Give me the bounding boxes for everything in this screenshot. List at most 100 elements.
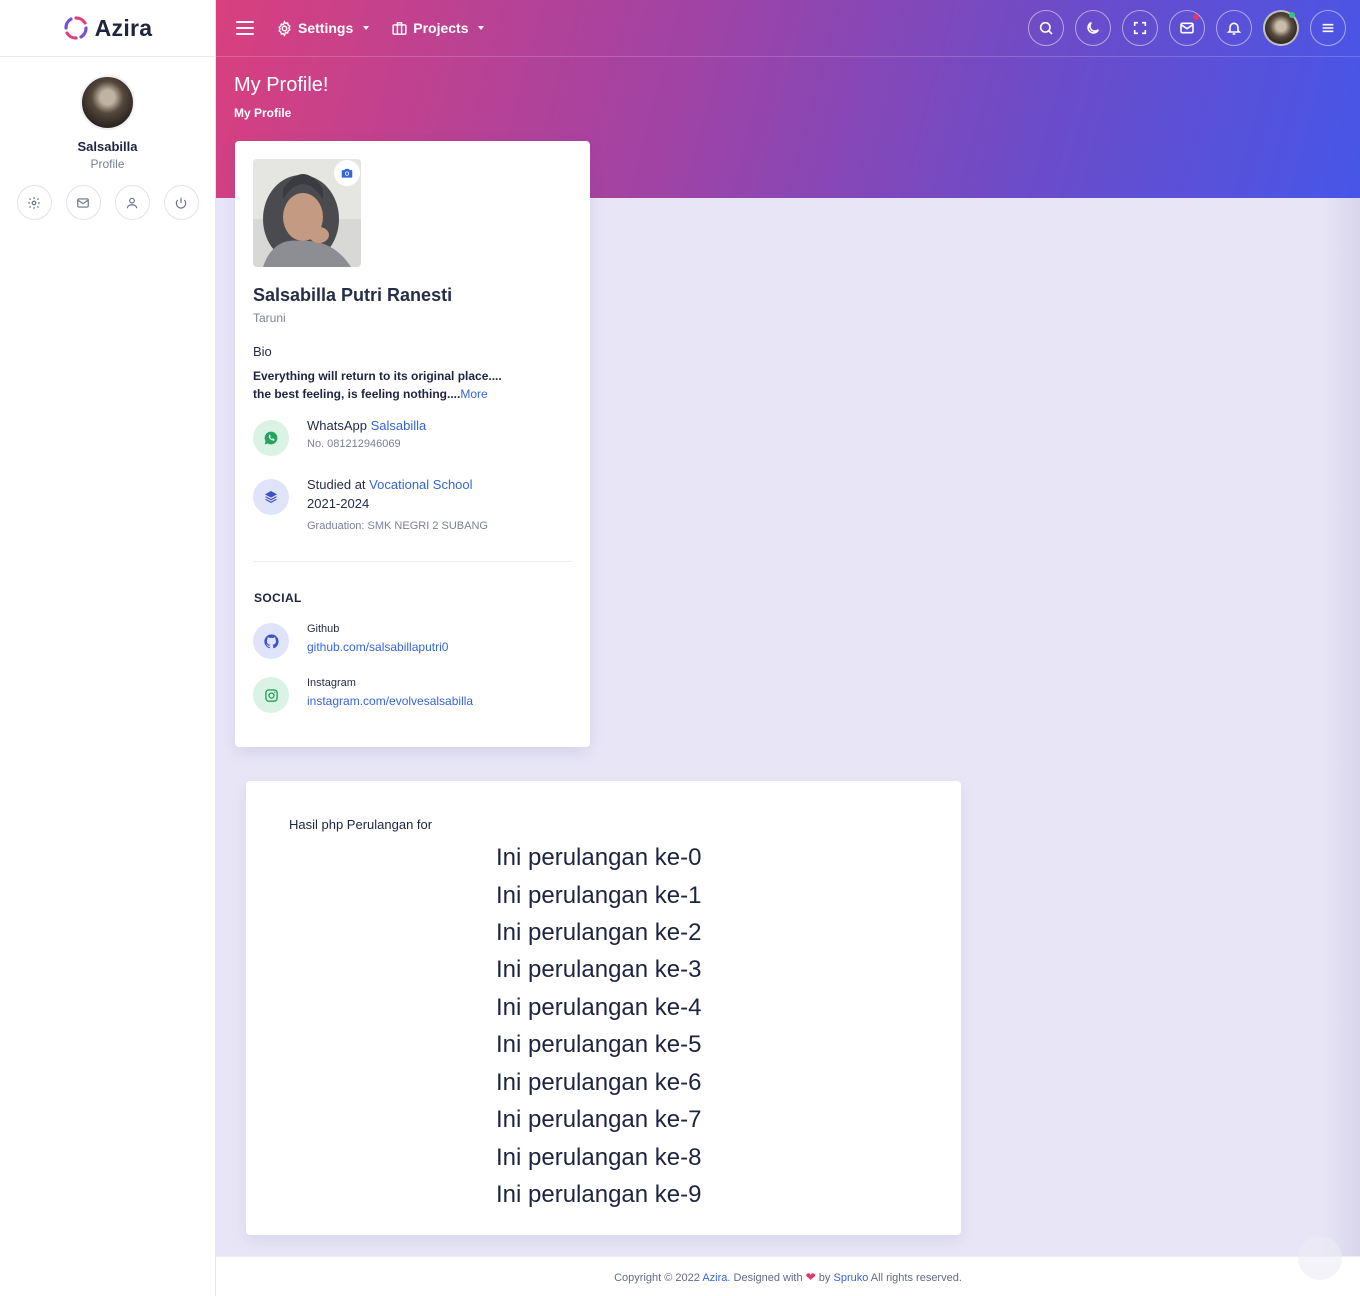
bio-heading: Bio <box>253 344 272 359</box>
footer-rights: All rights reserved. <box>870 1272 962 1284</box>
brand-logo[interactable]: Azira <box>0 0 215 57</box>
online-status-dot <box>1289 12 1295 18</box>
education-icon-badge <box>253 479 289 515</box>
gear-icon <box>278 19 291 37</box>
sidebar-toggle-button[interactable] <box>236 21 254 35</box>
profile-card: Salsabilla Putri Ranesti Taruni Bio Ever… <box>235 141 590 747</box>
mail-icon <box>77 197 89 208</box>
instagram-icon <box>264 688 278 702</box>
footer-designed: . Designed with <box>727 1272 803 1284</box>
top-navbar: Settings Projects <box>216 0 1360 57</box>
chevron-down-icon <box>478 26 485 30</box>
sidebar-actions <box>0 185 215 220</box>
camera-icon <box>341 168 353 178</box>
list-item: Ini perulangan ke-6 <box>496 1069 702 1096</box>
list-item: Ini perulangan ke-0 <box>496 844 702 871</box>
layers-icon <box>265 491 277 503</box>
list-item: Ini perulangan ke-1 <box>496 882 702 909</box>
mail-icon <box>1180 22 1194 34</box>
studied-years: 2021-2024 <box>307 496 370 511</box>
page-title: My Profile! <box>234 74 329 96</box>
whatsapp-label: WhatsApp <box>307 418 367 433</box>
whatsapp-icon-badge <box>253 420 289 456</box>
search-icon <box>1039 21 1053 35</box>
divider <box>253 561 572 562</box>
user-avatar[interactable] <box>1263 10 1299 46</box>
profile-name: Salsabilla Putri Ranesti <box>253 285 453 305</box>
sidebar-user-role: Profile <box>90 157 125 171</box>
whatsapp-line: WhatsApp Salsabilla <box>307 418 426 433</box>
bio-line-2: the best feeling, is feeling nothing....… <box>253 385 553 403</box>
fullscreen-button[interactable] <box>1122 10 1158 46</box>
list-item: Ini perulangan ke-8 <box>496 1144 702 1171</box>
fullscreen-icon <box>1133 21 1147 35</box>
footer-by: by <box>818 1272 831 1284</box>
user-icon <box>126 197 138 208</box>
footer-company-link[interactable]: Spruko <box>833 1272 868 1284</box>
profile-role: Taruni <box>253 311 286 325</box>
projects-menu-label: Projects <box>413 20 469 36</box>
instagram-icon-badge <box>253 677 289 713</box>
sidebar: Azira Salsabilla Profile <box>0 0 216 1296</box>
whatsapp-number: No. 081212946069 <box>307 438 401 450</box>
social-heading: SOCIAL <box>254 591 302 605</box>
right-edge-shadow <box>1320 198 1360 1256</box>
footer-copyright: Copyright © 2022 <box>614 1272 700 1284</box>
sidebar-profile-button[interactable] <box>114 185 150 220</box>
github-icon-badge <box>253 623 289 659</box>
sidebar-avatar[interactable] <box>80 75 135 130</box>
briefcase-icon <box>392 21 407 35</box>
studied-prefix: Studied at <box>307 477 366 492</box>
graduation-text: Graduation: SMK NEGRI 2 SUBANG <box>307 520 488 532</box>
list-item: Ini perulangan ke-7 <box>496 1106 702 1133</box>
list-item: Ini perulangan ke-4 <box>496 994 702 1021</box>
whatsapp-link[interactable]: Salsabilla <box>371 418 427 433</box>
bell-icon <box>1226 22 1242 35</box>
bio-more-link[interactable]: More <box>460 387 487 401</box>
power-icon <box>175 197 187 209</box>
list-item: Ini perulangan ke-5 <box>496 1031 702 1058</box>
bio-line-1: Everything will return to its original p… <box>253 369 502 383</box>
theme-toggle-button[interactable] <box>1075 10 1111 46</box>
heart-icon: ❤ <box>805 1270 816 1284</box>
moon-icon <box>1087 21 1100 34</box>
settings-menu[interactable]: Settings <box>276 19 370 37</box>
notification-dot <box>1193 14 1199 20</box>
bio-line-2-text: the best feeling, is feeling nothing.... <box>253 387 461 401</box>
footer: Copyright © 2022 Azira. Designed with ❤ … <box>216 1256 1360 1296</box>
topbar-actions <box>1028 10 1346 46</box>
github-link[interactable]: github.com/salsabillaputri0 <box>307 640 448 654</box>
breadcrumb[interactable]: My Profile <box>234 106 291 120</box>
sidebar-user-name: Salsabilla <box>77 139 138 154</box>
list-item: Ini perulangan ke-2 <box>496 919 702 946</box>
sidebar-settings-button[interactable] <box>16 185 52 220</box>
right-sidebar-toggle-button[interactable] <box>1310 10 1346 46</box>
whatsapp-icon <box>264 431 278 445</box>
instagram-label: Instagram <box>307 677 356 689</box>
sidebar-mail-button[interactable] <box>65 185 101 220</box>
settings-icon <box>28 196 40 209</box>
bio-text: Everything will return to its original p… <box>253 367 553 403</box>
menu-icon <box>1322 23 1334 33</box>
back-to-top-button[interactable] <box>1298 1236 1342 1280</box>
loop-result-card: Hasil php Perulangan for Ini perulangan … <box>246 781 961 1235</box>
studied-school-link[interactable]: Vocational School <box>369 477 472 492</box>
github-label: Github <box>307 623 340 635</box>
instagram-link[interactable]: instagram.com/evolvesalsabilla <box>307 694 473 708</box>
list-item: Ini perulangan ke-3 <box>496 956 702 983</box>
github-icon <box>263 633 279 648</box>
list-item: Ini perulangan ke-9 <box>496 1181 702 1208</box>
sidebar-logout-button[interactable] <box>163 185 199 220</box>
app-name: Azira <box>94 14 153 41</box>
messages-button[interactable] <box>1169 10 1205 46</box>
loop-card-title: Hasil php Perulangan for <box>289 817 433 832</box>
change-photo-button[interactable] <box>334 160 360 186</box>
notifications-button[interactable] <box>1216 10 1252 46</box>
footer-brand-link[interactable]: Azira <box>702 1272 727 1284</box>
settings-menu-label: Settings <box>298 20 354 36</box>
projects-menu[interactable]: Projects <box>391 20 485 37</box>
azira-logo-icon <box>64 16 88 40</box>
chevron-down-icon <box>363 26 370 30</box>
search-button[interactable] <box>1028 10 1064 46</box>
studied-line: Studied at Vocational School <box>307 477 473 492</box>
